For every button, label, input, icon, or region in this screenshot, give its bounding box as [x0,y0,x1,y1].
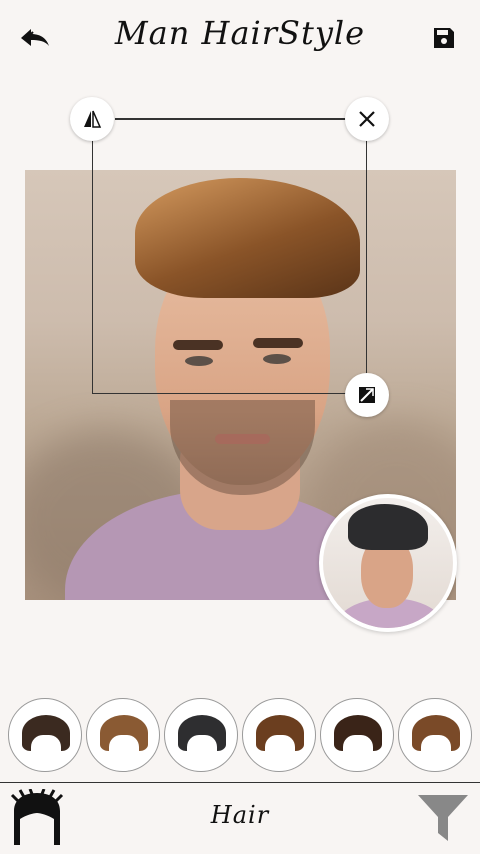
hairstyle-picker [0,698,480,778]
hair-style-6[interactable] [398,698,472,772]
app-title: Man HairStyle [114,14,366,52]
filter-button[interactable] [416,793,470,843]
category-label: Hair [210,801,270,829]
resize-rotate-icon [359,387,375,403]
close-icon [359,111,375,127]
hair-style-5[interactable] [320,698,394,772]
bottom-bar: Hair [0,783,480,854]
remove-handle[interactable] [345,97,389,141]
flip-handle[interactable] [70,97,114,141]
hair-style-4[interactable] [242,698,316,772]
filter-icon [418,795,468,841]
top-bar: Man HairStyle [0,0,480,76]
hair-style-2[interactable] [86,698,160,772]
flip-icon [84,110,102,128]
hair-style-1[interactable] [8,698,82,772]
resize-handle[interactable] [345,373,389,417]
hairstyle-selection-box[interactable] [92,118,367,394]
preview-thumbnail[interactable] [319,494,457,632]
hair-style-3[interactable] [164,698,238,772]
save-button[interactable] [428,22,460,54]
floppy-save-icon [434,28,454,48]
